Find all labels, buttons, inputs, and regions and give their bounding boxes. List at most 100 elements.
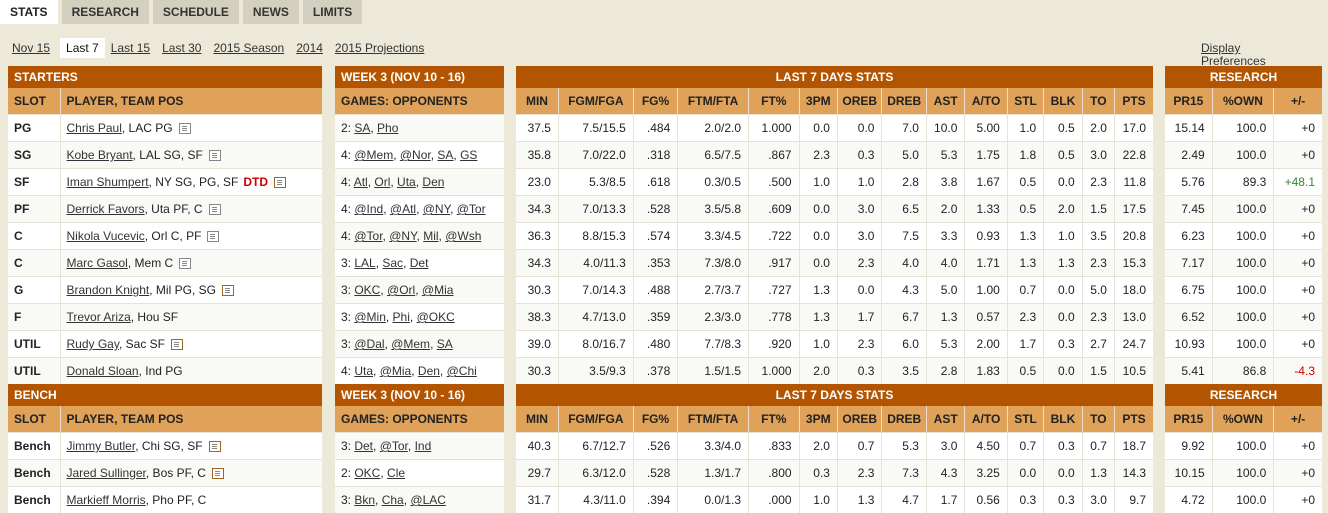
player-news-icon[interactable] bbox=[274, 177, 286, 188]
stat-column-header[interactable]: STL bbox=[1007, 88, 1043, 115]
stat-column-header[interactable]: AST bbox=[926, 406, 964, 433]
opponent-link[interactable]: Det bbox=[410, 256, 429, 270]
research-column-header[interactable]: +/- bbox=[1274, 406, 1322, 433]
opponent-link[interactable]: Den bbox=[422, 175, 444, 189]
opponent-link[interactable]: @Tor bbox=[457, 202, 486, 216]
player-news-icon[interactable] bbox=[171, 339, 183, 350]
slot-cell[interactable]: UTIL bbox=[8, 331, 60, 358]
player-news-icon[interactable] bbox=[179, 123, 191, 134]
slot-cell[interactable]: Bench bbox=[8, 433, 60, 460]
stat-column-header[interactable]: OREB bbox=[837, 88, 881, 115]
range-last-15[interactable]: Last 15 bbox=[111, 38, 150, 58]
slot-cell[interactable]: Bench bbox=[8, 460, 60, 487]
opponent-link[interactable]: Sac bbox=[382, 256, 403, 270]
stat-column-header[interactable]: MIN bbox=[516, 88, 558, 115]
player-name-link[interactable]: Brandon Knight bbox=[67, 283, 150, 297]
stat-column-header[interactable]: FTM/FTA bbox=[678, 406, 749, 433]
opponent-link[interactable]: @Min bbox=[354, 310, 386, 324]
slot-cell[interactable]: SG bbox=[8, 142, 60, 169]
stat-column-header[interactable]: 3PM bbox=[799, 88, 837, 115]
slot-cell[interactable]: F bbox=[8, 304, 60, 331]
range-last-7[interactable]: Last 7 bbox=[60, 38, 105, 58]
opponent-link[interactable]: @Atl bbox=[390, 202, 416, 216]
stat-column-header[interactable]: OREB bbox=[837, 406, 881, 433]
opponent-link[interactable]: Det bbox=[354, 439, 373, 453]
tab-research[interactable]: RESEARCH bbox=[62, 0, 149, 24]
player-news-icon[interactable] bbox=[207, 231, 219, 242]
stat-column-header[interactable]: DREB bbox=[882, 88, 926, 115]
opponent-link[interactable]: Mil bbox=[423, 229, 438, 243]
player-name-link[interactable]: Chris Paul bbox=[67, 121, 122, 135]
player-name-link[interactable]: Jimmy Butler bbox=[67, 439, 136, 453]
opponent-link[interactable]: @Tor bbox=[380, 439, 408, 453]
opponent-link[interactable]: @Orl bbox=[387, 283, 415, 297]
opponent-link[interactable]: Uta bbox=[354, 364, 373, 378]
research-column-header[interactable]: PR15 bbox=[1165, 406, 1212, 433]
player-news-icon[interactable] bbox=[209, 441, 221, 452]
stat-column-header[interactable]: FT% bbox=[749, 406, 800, 433]
stat-column-header[interactable]: BLK bbox=[1044, 88, 1082, 115]
stat-column-header[interactable]: A/TO bbox=[965, 406, 1007, 433]
slot-cell[interactable]: Bench bbox=[8, 487, 60, 513]
player-news-icon[interactable] bbox=[209, 150, 221, 161]
player-name-link[interactable]: Rudy Gay bbox=[67, 337, 119, 351]
player-name-link[interactable]: Kobe Bryant bbox=[67, 148, 133, 162]
player-news-icon[interactable] bbox=[212, 468, 224, 479]
range-2014[interactable]: 2014 bbox=[296, 38, 323, 58]
tab-limits[interactable]: LIMITS bbox=[303, 0, 362, 24]
opponent-link[interactable]: @OKC bbox=[417, 310, 455, 324]
stat-column-header[interactable]: FGM/FGA bbox=[558, 88, 633, 115]
tab-news[interactable]: NEWS bbox=[243, 0, 299, 24]
stat-column-header[interactable]: 3PM bbox=[799, 406, 837, 433]
player-name-link[interactable]: Jared Sullinger bbox=[67, 466, 146, 480]
stat-column-header[interactable]: FGM/FGA bbox=[558, 406, 633, 433]
opponent-link[interactable]: OKC bbox=[354, 466, 380, 480]
opponent-link[interactable]: SA bbox=[437, 148, 453, 162]
stat-column-header[interactable]: AST bbox=[926, 88, 964, 115]
research-column-header[interactable]: PR15 bbox=[1165, 88, 1212, 115]
opponent-link[interactable]: GS bbox=[460, 148, 477, 162]
opponent-link[interactable]: Pho bbox=[377, 121, 398, 135]
opponent-link[interactable]: Cha bbox=[382, 493, 404, 507]
player-name-link[interactable]: Trevor Ariza bbox=[67, 310, 131, 324]
opponent-link[interactable]: Phi bbox=[393, 310, 410, 324]
opponent-link[interactable]: @Mem bbox=[391, 337, 430, 351]
slot-cell[interactable]: PF bbox=[8, 196, 60, 223]
player-news-icon[interactable] bbox=[222, 285, 234, 296]
research-column-header[interactable]: %OWN bbox=[1212, 88, 1274, 115]
opponent-link[interactable]: OKC bbox=[354, 283, 380, 297]
opponent-link[interactable]: @Mem bbox=[354, 148, 393, 162]
research-column-header[interactable]: +/- bbox=[1274, 88, 1322, 115]
opponent-link[interactable]: @Mia bbox=[422, 283, 454, 297]
opponent-link[interactable]: @Wsh bbox=[445, 229, 481, 243]
opponent-link[interactable]: @Nor bbox=[400, 148, 431, 162]
stat-column-header[interactable]: PTS bbox=[1114, 406, 1153, 433]
player-name-link[interactable]: Donald Sloan bbox=[67, 364, 139, 378]
stat-column-header[interactable]: TO bbox=[1082, 88, 1114, 115]
stat-column-header[interactable]: DREB bbox=[882, 406, 926, 433]
display-preferences-link[interactable]: Display Preferences bbox=[1201, 42, 1291, 68]
opponent-link[interactable]: Orl bbox=[374, 175, 390, 189]
opponent-link[interactable]: @LAC bbox=[410, 493, 446, 507]
stat-column-header[interactable]: FG% bbox=[633, 406, 677, 433]
stat-column-header[interactable]: PTS bbox=[1114, 88, 1153, 115]
opponent-link[interactable]: Den bbox=[418, 364, 440, 378]
opponent-link[interactable]: Atl bbox=[354, 175, 368, 189]
stat-column-header[interactable]: STL bbox=[1007, 406, 1043, 433]
stat-column-header[interactable]: MIN bbox=[516, 406, 558, 433]
opponent-link[interactable]: @NY bbox=[389, 229, 416, 243]
opponent-link[interactable]: @Ind bbox=[354, 202, 383, 216]
slot-cell[interactable]: UTIL bbox=[8, 358, 60, 385]
opponent-link[interactable]: SA bbox=[354, 121, 370, 135]
opponent-link[interactable]: LAL bbox=[354, 256, 375, 270]
slot-cell[interactable]: G bbox=[8, 277, 60, 304]
opponent-link[interactable]: Ind bbox=[415, 439, 432, 453]
opponent-link[interactable]: SA bbox=[437, 337, 453, 351]
stat-column-header[interactable]: BLK bbox=[1044, 406, 1082, 433]
player-news-icon[interactable] bbox=[179, 258, 191, 269]
stat-column-header[interactable]: TO bbox=[1082, 406, 1114, 433]
stat-column-header[interactable]: FG% bbox=[633, 88, 677, 115]
range-last-30[interactable]: Last 30 bbox=[162, 38, 201, 58]
tab-stats[interactable]: STATS bbox=[0, 0, 58, 24]
player-name-link[interactable]: Derrick Favors bbox=[67, 202, 145, 216]
